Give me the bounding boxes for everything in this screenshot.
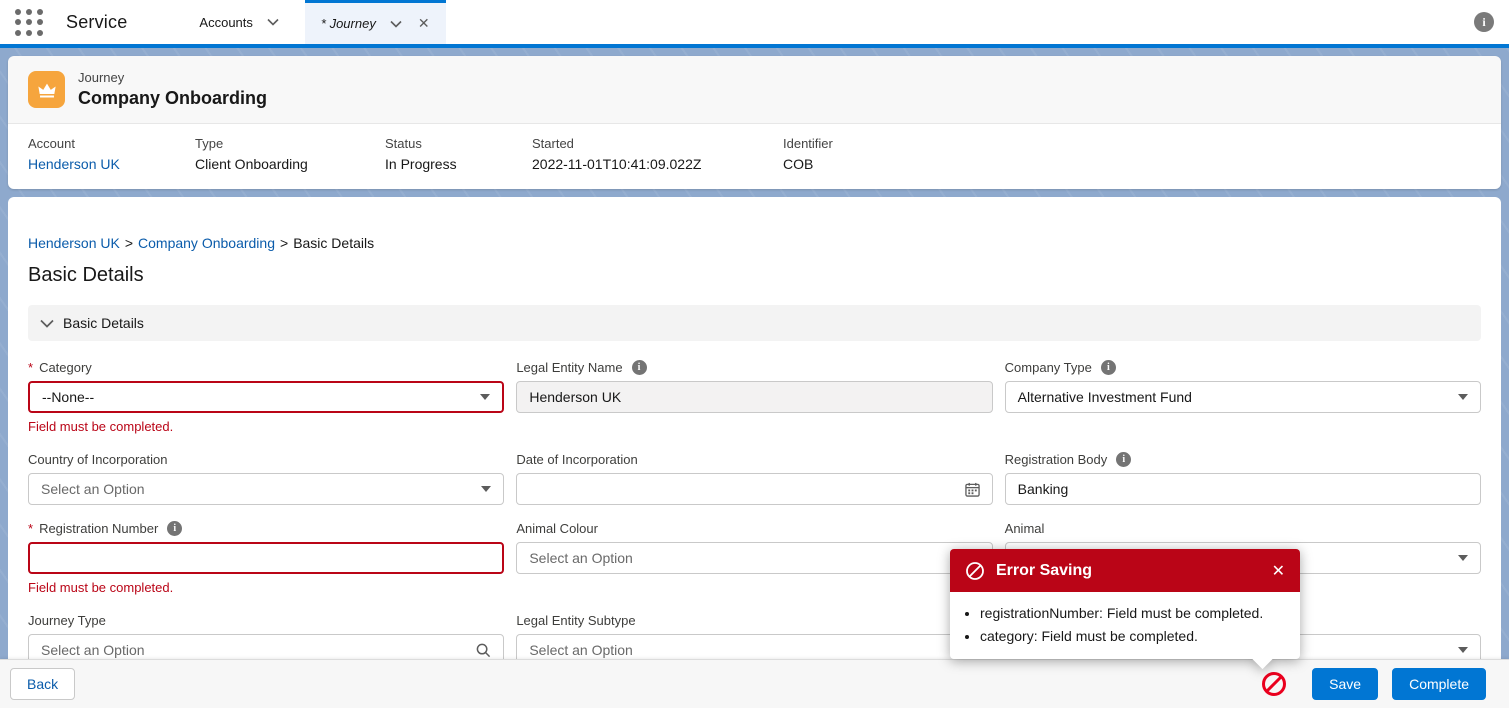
popover-title: Error Saving [996,562,1272,580]
highlight-identifier: Identifier COB [783,136,853,172]
app-name: Service [66,12,127,33]
animal-colour-select[interactable]: Select an Option [516,542,992,574]
highlight-status: Status In Progress [385,136,532,172]
error-ban-icon[interactable] [1261,671,1287,697]
breadcrumb: Henderson UK>Company Onboarding>Basic De… [28,235,1489,251]
field-registration-number: *Registration Numberi Field must be comp… [28,520,504,597]
info-icon[interactable]: i [167,521,182,536]
info-icon[interactable]: i [1116,452,1131,467]
error-item: registrationNumber: Field must be comple… [980,605,1286,621]
back-button[interactable]: Back [10,668,75,700]
close-tab-icon[interactable]: ✕ [418,15,430,32]
field-registration-body: Registration Bodyi Banking [1005,451,1481,505]
tab-label: Accounts [199,15,252,30]
breadcrumb-current: Basic Details [293,235,374,251]
info-icon[interactable]: i [1101,360,1116,375]
record-header: Journey Company Onboarding Account Hende… [8,56,1501,189]
required-asterisk: * [28,521,33,536]
country-of-incorporation-select[interactable]: Select an Option [28,473,504,505]
chevron-down-icon [1458,555,1468,561]
date-of-incorporation-input[interactable] [516,473,992,505]
chevron-down-icon [480,394,490,400]
registration-body-input[interactable]: Banking [1005,473,1481,505]
category-select[interactable]: --None-- [28,381,504,413]
field-journey-type: Journey Type Select an Option [28,612,504,666]
ban-icon [965,561,985,581]
error-list: registrationNumber: Field must be comple… [980,605,1286,644]
save-button[interactable]: Save [1312,668,1378,700]
account-link[interactable]: Henderson UK [28,156,120,172]
calendar-icon[interactable] [965,482,980,497]
breadcrumb-henderson-uk[interactable]: Henderson UK [28,235,120,251]
category-error-text: Field must be completed. [28,419,504,436]
section-title: Basic Details [63,315,144,331]
chevron-down-icon [267,18,279,26]
info-icon[interactable]: i [632,360,647,375]
close-icon[interactable]: ✕ [1272,561,1285,581]
field-date-of-incorporation: Date of Incorporation [516,451,992,505]
action-footer: Back Save Complete [0,659,1509,708]
tab-journey-active[interactable]: * Journey ✕ [305,0,446,44]
chevron-down-icon [1458,647,1468,653]
highlight-account: Account Henderson UK [28,136,195,172]
highlights-panel: Account Henderson UK Type Client Onboard… [8,123,1501,189]
entity-label: Journey [78,70,267,85]
field-legal-entity-name: Legal Entity Namei Henderson UK [516,359,992,436]
field-country-of-incorporation: Country of Incorporation Select an Optio… [28,451,504,505]
page-title: Basic Details [28,264,1489,287]
chevron-down-icon [481,486,491,492]
complete-button[interactable]: Complete [1392,668,1486,700]
registration-number-error-text: Field must be completed. [28,580,504,597]
registration-number-input[interactable] [28,542,504,574]
highlight-started: Started 2022-11-01T10:41:09.022Z [532,136,783,172]
breadcrumb-company-onboarding[interactable]: Company Onboarding [138,235,275,251]
global-nav: Service Accounts * Journey ✕ i [0,0,1509,48]
chevron-down-icon [1458,394,1468,400]
search-icon [476,643,491,658]
error-item: category: Field must be completed. [980,628,1286,644]
field-category: *Category --None-- Field must be complet… [28,359,504,436]
field-company-type: Company Typei Alternative Investment Fun… [1005,359,1481,436]
highlight-type: Type Client Onboarding [195,136,385,172]
app-launcher-icon[interactable] [15,9,45,37]
company-type-select[interactable]: Alternative Investment Fund [1005,381,1481,413]
section-basic-details[interactable]: Basic Details [28,305,1481,341]
field-legal-entity-subtype: Legal Entity Subtype Select an Option [516,612,992,666]
required-asterisk: * [28,360,33,375]
error-saving-popover: Error Saving ✕ registrationNumber: Field… [950,549,1300,659]
chevron-down-icon [40,319,54,328]
record-title: Company Onboarding [78,88,267,109]
tab-accounts[interactable]: Accounts [185,0,292,44]
info-icon[interactable]: i [1474,12,1494,32]
field-animal-colour: Animal Colour Select an Option [516,520,992,597]
journey-crown-icon [28,71,65,108]
chevron-down-icon[interactable] [390,20,402,28]
legal-entity-name-input: Henderson UK [516,381,992,413]
tab-label: * Journey [321,16,376,31]
